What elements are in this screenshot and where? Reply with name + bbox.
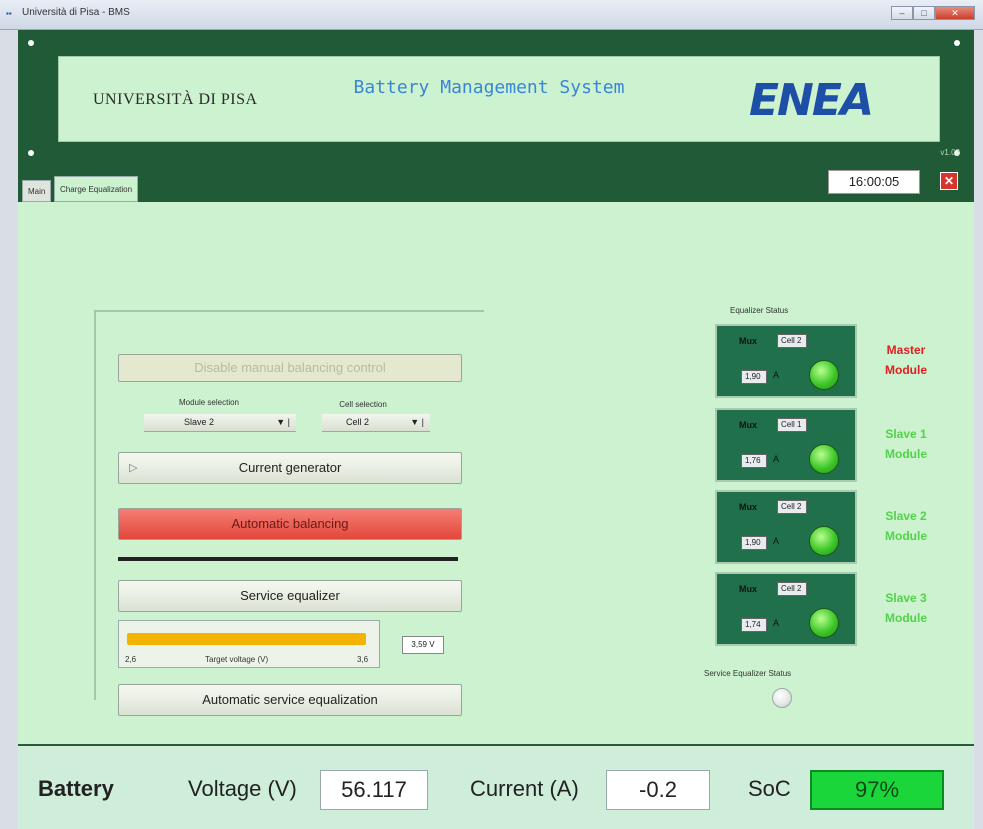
module-name: Master (886, 343, 926, 357)
equalizer-card-slave-1: Mux Cell 1 1,76 A (715, 408, 857, 482)
disable-manual-balancing-button[interactable]: Disable manual balancing control (118, 354, 462, 382)
current-generator-label: Current generator (238, 460, 342, 475)
cell-selection-value: Cell 2 (346, 417, 370, 427)
clock-display: 16:00:05 (828, 170, 920, 194)
cell-selection-dropdown[interactable]: Cell 2 ▼ | (322, 414, 430, 432)
status-led-icon (809, 526, 839, 556)
equalizer-card-slave-3: Mux Cell 2 1,74 A (715, 572, 857, 646)
module-subname: Module (885, 529, 927, 543)
current-label: Current (A) (470, 776, 579, 801)
module-selection-value: Slave 2 (184, 417, 215, 427)
service-equalizer-button[interactable]: Service equalizer (118, 580, 462, 612)
status-led-icon (809, 360, 839, 390)
module-selection-label: Module selection (178, 398, 240, 407)
chevron-down-icon: ▼ | (276, 417, 290, 427)
equalizer-current-value: 1,74 (741, 618, 767, 632)
section-divider (118, 557, 458, 561)
mux-cell-value: Cell 2 (777, 582, 807, 596)
mux-label: Mux (739, 420, 757, 430)
current-generator-button[interactable]: ▷ Current generator (118, 452, 462, 484)
module-selection-dropdown[interactable]: Slave 2 ▼ | (144, 414, 296, 432)
battery-label: Battery (38, 776, 114, 801)
mux-label: Mux (739, 336, 757, 346)
ampere-unit: A (773, 370, 780, 380)
mux-label: Mux (739, 584, 757, 594)
automatic-balancing-button[interactable]: Automatic balancing (118, 508, 462, 540)
university-logo-text: UNIVERSITÀ DI PISA (93, 91, 258, 108)
soc-label: SoC (748, 776, 791, 801)
window-titlebar: ▪▪ Università di Pisa - BMS – □ ✕ (0, 0, 983, 30)
enea-logo: ENEA (749, 75, 874, 126)
rivet-decoration (28, 40, 34, 46)
rivet-decoration (954, 40, 960, 46)
status-led-icon (809, 444, 839, 474)
tab-charge-equalization[interactable]: Charge Equalization (54, 176, 139, 202)
mux-cell-value: Cell 2 (777, 334, 807, 348)
equalizer-current-value: 1,90 (741, 370, 767, 384)
voltage-value: 56.117 (320, 770, 428, 810)
module-subname: Module (885, 447, 927, 461)
module-name: Slave 1 (885, 427, 927, 441)
mux-cell-value: Cell 2 (777, 500, 807, 514)
equalizer-card-master: Mux Cell 2 1,90 A (715, 324, 857, 398)
cell-selection-label: Cell selection (339, 400, 387, 409)
equalizer-status-title: Equalizer Status (730, 306, 789, 315)
target-voltage-slider[interactable]: 2,6 Target voltage (V) 3,6 (118, 620, 380, 668)
app-frame: UNIVERSITÀ DI PISA Battery Management Sy… (18, 30, 974, 829)
window-controls: – □ ✕ (891, 6, 975, 20)
mux-cell-value: Cell 1 (777, 418, 807, 432)
play-icon: ▷ (129, 462, 138, 474)
equalizer-current-value: 1,90 (741, 536, 767, 550)
slider-caption: Target voltage (V) (205, 655, 269, 664)
minimize-button[interactable]: – (891, 6, 913, 20)
mux-label: Mux (739, 502, 757, 512)
battery-status-footer: Battery Voltage (V) 56.117 Current (A) -… (18, 744, 974, 829)
module-label-master: Master Module (866, 340, 946, 380)
chevron-down-icon: ▼ | (410, 417, 424, 427)
automatic-service-equalization-button[interactable]: Automatic service equalization (118, 684, 462, 716)
module-label-slave-1: Slave 1 Module (866, 424, 946, 464)
module-name: Slave 2 (885, 509, 927, 523)
module-subname: Module (885, 363, 927, 377)
slider-min-label: 2,6 (125, 655, 137, 664)
current-value: -0.2 (606, 770, 710, 810)
service-equalizer-status-label: Service Equalizer Status (704, 669, 792, 678)
status-led-icon (809, 608, 839, 638)
app-icon: ▪▪ (6, 9, 12, 18)
ampere-unit: A (773, 618, 780, 628)
app-title: Battery Management System (353, 77, 625, 98)
soc-value: 97% (810, 770, 944, 810)
slider-fill-bar (127, 633, 366, 645)
service-status-led-icon (772, 688, 792, 708)
close-window-button[interactable]: ✕ (935, 6, 975, 20)
header-banner: UNIVERSITÀ DI PISA Battery Management Sy… (58, 56, 940, 142)
version-label: v1.03 (940, 148, 960, 157)
equalizer-card-slave-2: Mux Cell 2 1,90 A (715, 490, 857, 564)
ampere-unit: A (773, 536, 780, 546)
module-subname: Module (885, 611, 927, 625)
module-label-slave-3: Slave 3 Module (866, 588, 946, 628)
module-label-slave-2: Slave 2 Module (866, 506, 946, 546)
window-title: Università di Pisa - BMS (22, 7, 130, 18)
target-voltage-value[interactable]: 3,59 V (402, 636, 444, 654)
module-name: Slave 3 (885, 591, 927, 605)
tab-main[interactable]: Main (22, 180, 52, 202)
rivet-decoration (28, 150, 34, 156)
maximize-button[interactable]: □ (913, 6, 935, 20)
charge-equalization-panel: Disable manual balancing control Module … (18, 202, 974, 744)
slider-max-label: 3,6 (357, 655, 369, 664)
ampere-unit: A (773, 454, 780, 464)
equalizer-current-value: 1,76 (741, 454, 767, 468)
voltage-label: Voltage (V) (188, 776, 297, 801)
stop-button[interactable]: ✕ (940, 172, 958, 190)
